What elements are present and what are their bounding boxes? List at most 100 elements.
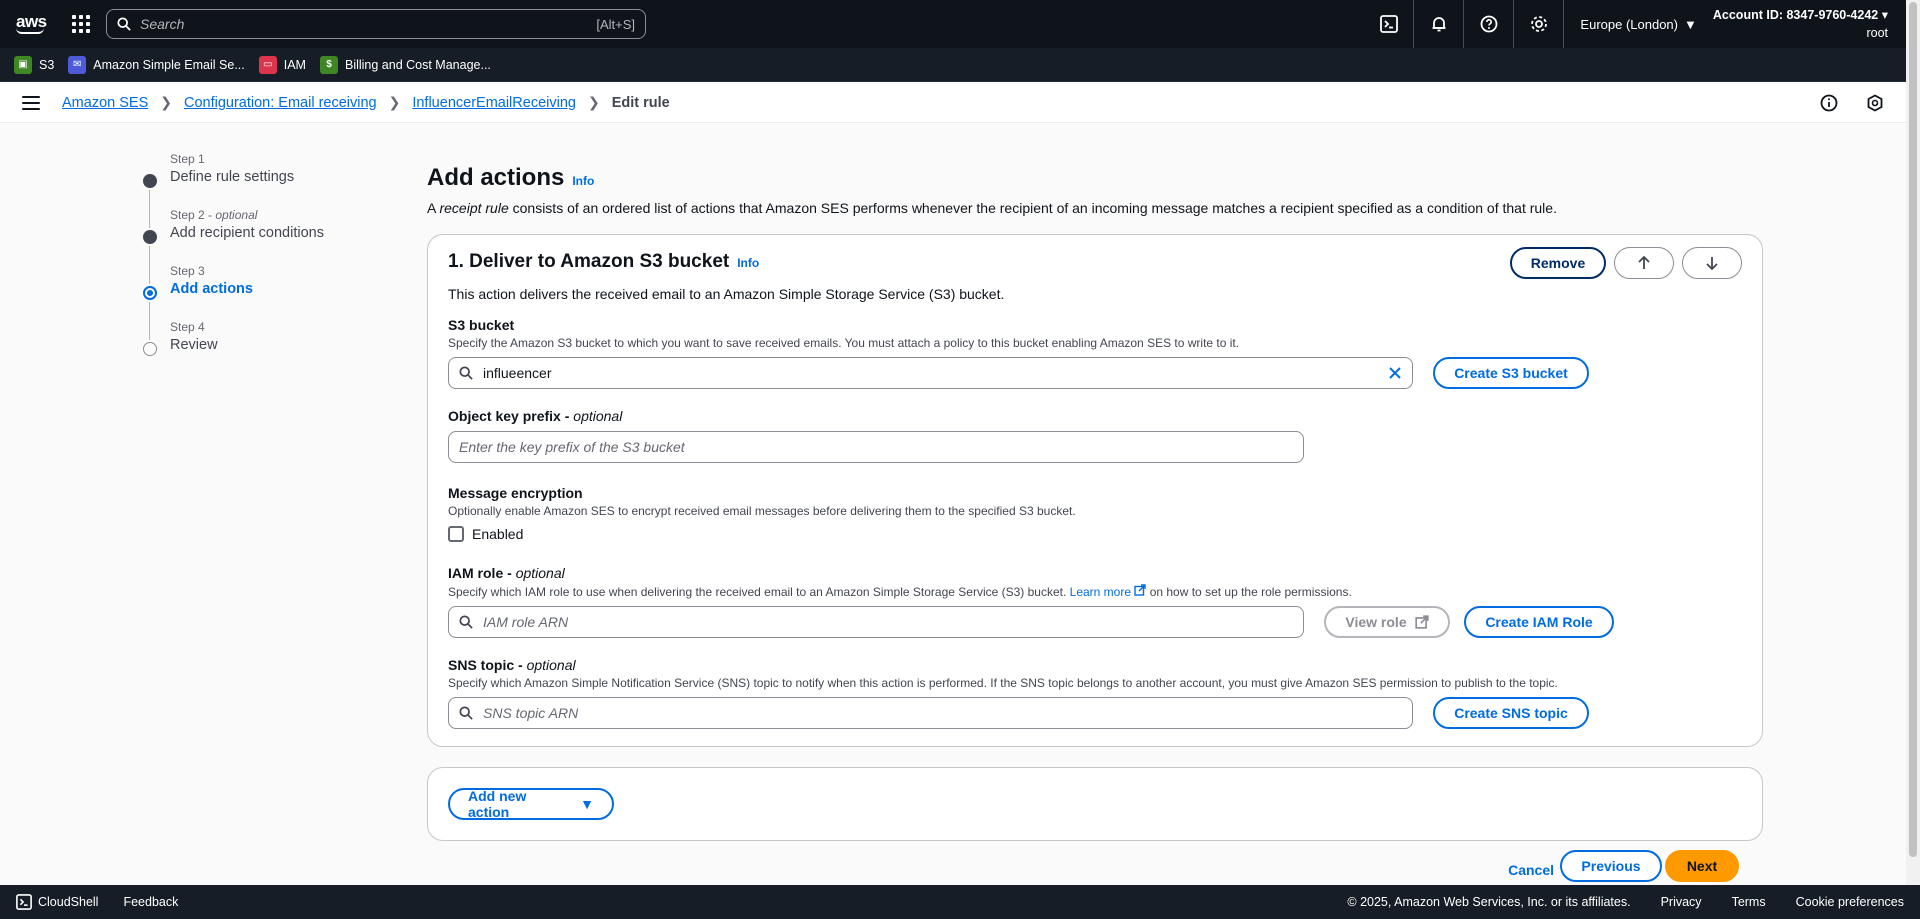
view-role-button[interactable]: View role — [1324, 606, 1450, 638]
learn-more-link[interactable]: Learn more — [1070, 584, 1147, 599]
settings-button[interactable] — [1514, 0, 1565, 48]
action-controls: Remove — [1510, 247, 1742, 279]
breadcrumb-current: Edit rule — [611, 94, 670, 111]
favorite-label: Amazon Simple Email Se... — [93, 57, 245, 72]
s3-bucket-field: S3 bucket Specify the Amazon S3 bucket t… — [448, 317, 1748, 389]
favorite-iam[interactable]: ▭ IAM — [258, 55, 306, 74]
info-circle-icon[interactable] — [1820, 94, 1838, 112]
terms-link[interactable]: Terms — [1732, 895, 1766, 909]
region-label: Europe (London) — [1580, 16, 1678, 32]
search-placeholder: Search — [140, 16, 185, 32]
cancel-button[interactable]: Cancel — [1508, 862, 1554, 878]
favorite-billing[interactable]: $ Billing and Cost Manage... — [319, 55, 491, 74]
help-button[interactable] — [1464, 0, 1515, 48]
favorite-ses[interactable]: ✉ Amazon Simple Email Se... — [68, 55, 245, 74]
ses-icon: ✉ — [68, 55, 87, 74]
create-sns-topic-button[interactable]: Create SNS topic — [1433, 697, 1589, 729]
next-button[interactable]: Next — [1665, 850, 1739, 882]
favorite-label: IAM — [283, 57, 306, 72]
breadcrumb-amazon-ses[interactable]: Amazon SES — [62, 95, 148, 111]
form-content: Add actions Info A receipt rule consists… — [427, 124, 1767, 882]
s3-bucket-value: influeencer — [483, 365, 552, 381]
info-link[interactable]: Info — [572, 174, 594, 188]
step-label: Define rule settings — [170, 169, 295, 185]
aws-logo[interactable]: aws — [16, 10, 50, 38]
page-title: Add actions — [427, 164, 565, 191]
scrollbar-thumb[interactable] — [1909, 2, 1917, 857]
desc-rest: consists of an ordered list of actions t… — [508, 200, 1557, 216]
remove-button[interactable]: Remove — [1510, 247, 1606, 279]
sns-desc: Specify which Amazon Simple Notification… — [448, 676, 1558, 690]
iam-label: IAM role — [448, 565, 504, 581]
cookie-preferences-link[interactable]: Cookie preferences — [1796, 895, 1904, 909]
step-current-icon — [143, 286, 157, 300]
caret-down-icon: ▼ — [1684, 16, 1697, 32]
external-link-icon — [1414, 615, 1429, 629]
message-encryption-field: Message encryption Optionally enable Ama… — [448, 485, 1076, 542]
create-s3-bucket-button[interactable]: Create S3 bucket — [1433, 357, 1589, 389]
previous-button[interactable]: Previous — [1560, 850, 1662, 882]
iam-icon: ▭ — [258, 55, 277, 74]
search-input[interactable]: Search [Alt+S] — [106, 9, 646, 39]
step-label: Add actions — [170, 281, 253, 297]
copyright-text: © 2025, Amazon Web Services, Inc. or its… — [1347, 895, 1631, 909]
cloudshell-footer-button[interactable]: CloudShell — [16, 894, 98, 910]
hexagon-settings-icon[interactable] — [1866, 93, 1884, 112]
s3-icon: ▣ — [14, 55, 32, 74]
step-1[interactable]: Step 1 Define rule settings — [140, 152, 324, 228]
region-selector[interactable]: Europe (London) ▼ — [1564, 17, 1712, 32]
wizard-steps: Step 1 Define rule settings Step 2 - opt… — [140, 152, 324, 376]
create-iam-role-button[interactable]: Create IAM Role — [1464, 606, 1614, 638]
encryption-checkbox-label[interactable]: Enabled — [472, 526, 523, 542]
breadcrumb-rule-set[interactable]: InfluencerEmailReceiving — [412, 95, 576, 111]
favorite-s3[interactable]: ▣ S3 — [14, 55, 54, 74]
object-key-prefix-input[interactable]: Enter the key prefix of the S3 bucket — [448, 431, 1304, 463]
breadcrumb-email-receiving[interactable]: Configuration: Email receiving — [184, 95, 377, 111]
favorites-bar: ▣ S3 ✉ Amazon Simple Email Se... ▭ IAM $… — [0, 48, 1906, 82]
desc-prefix: A — [427, 200, 440, 216]
top-navigation: aws Search [Alt+S] Europe (London) ▼ Acc… — [0, 0, 1906, 48]
action-card: 1. Deliver to Amazon S3 bucket Info Remo… — [427, 234, 1763, 747]
clear-icon[interactable] — [1388, 366, 1402, 380]
iam-role-field: IAM role - optional Specify which IAM ro… — [448, 565, 1748, 638]
feedback-link[interactable]: Feedback — [123, 895, 178, 909]
move-down-button[interactable] — [1682, 247, 1742, 279]
wizard-footer: Cancel Previous Next — [427, 850, 1767, 888]
step-2[interactable]: Step 2 - optional Add recipient conditio… — [140, 208, 324, 284]
prefix-label: Object key prefix — [448, 408, 561, 424]
info-link[interactable]: Info — [737, 256, 759, 270]
desc-emphasis: receipt rule — [439, 200, 509, 216]
account-menu[interactable]: Account ID: 8347-9760-4242 ▾ root — [1713, 6, 1890, 42]
terminal-icon — [16, 894, 32, 910]
step-optional: optional — [215, 208, 258, 222]
iam-desc-b: on how to set up the role permissions. — [1146, 585, 1352, 599]
search-shortcut: [Alt+S] — [596, 16, 635, 32]
step-4[interactable]: Step 4 Review — [140, 320, 324, 376]
object-key-prefix-field: Object key prefix - optional Enter the k… — [448, 408, 1304, 463]
notifications-button[interactable] — [1414, 0, 1465, 48]
search-icon — [117, 17, 131, 31]
step-number: Step 4 — [170, 320, 205, 334]
add-new-action-button[interactable]: Add new action ▼ — [448, 788, 614, 820]
favorite-label: Billing and Cost Manage... — [344, 57, 491, 72]
aws-smile-icon — [16, 28, 44, 34]
menu-icon[interactable] — [22, 95, 40, 110]
privacy-link[interactable]: Privacy — [1661, 895, 1702, 909]
iam-role-input[interactable]: IAM role ARN — [448, 606, 1304, 638]
account-user: root — [1866, 26, 1888, 40]
sns-label: SNS topic — [448, 657, 515, 673]
cloudshell-button[interactable] — [1364, 0, 1415, 48]
page-scrollbar[interactable] — [1906, 0, 1920, 885]
action-description: This action delivers the received email … — [448, 286, 1005, 302]
sns-optional: optional — [526, 657, 576, 673]
step-3[interactable]: Step 3 Add actions — [140, 264, 324, 340]
sns-topic-input[interactable]: SNS topic ARN — [448, 697, 1413, 729]
action-title: 1. Deliver to Amazon S3 bucket — [448, 251, 730, 272]
chevron-right-icon: ❯ — [388, 94, 401, 110]
s3-bucket-input[interactable]: influeencer — [448, 357, 1413, 389]
view-role-label: View role — [1345, 614, 1407, 630]
move-up-button[interactable] — [1614, 247, 1674, 279]
encryption-checkbox[interactable] — [448, 526, 464, 542]
services-grid-icon[interactable] — [70, 13, 92, 35]
page-title-row: Add actions Info — [427, 164, 1767, 192]
